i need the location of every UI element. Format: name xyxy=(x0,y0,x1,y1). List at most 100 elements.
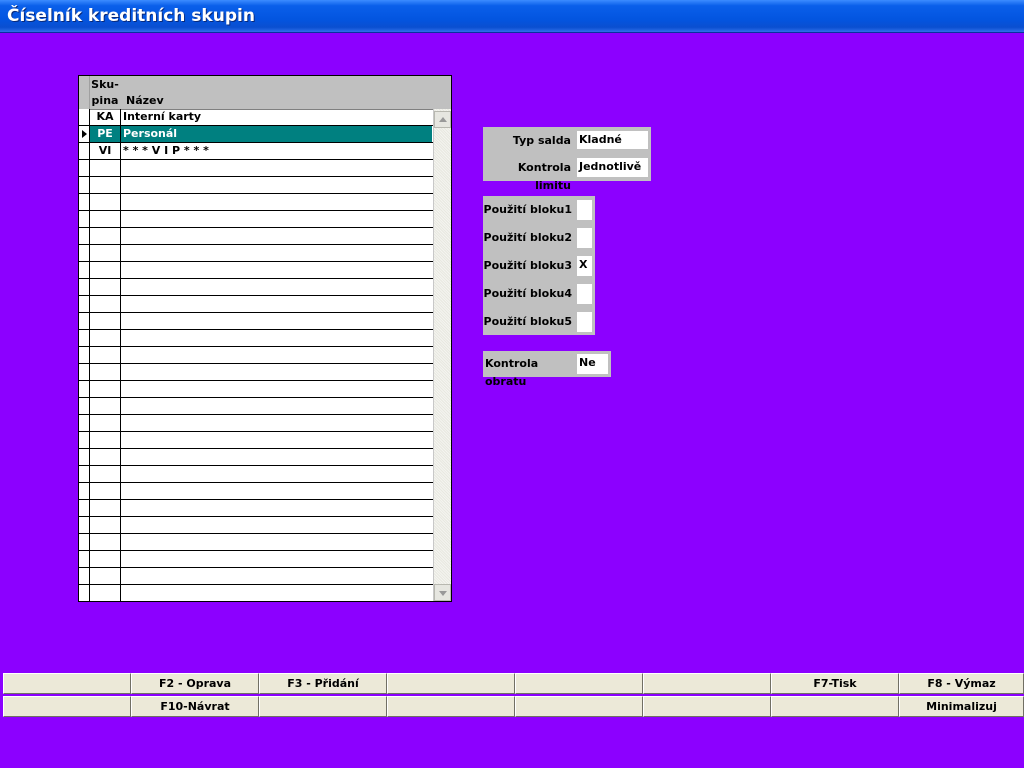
empty-row[interactable] xyxy=(79,568,433,585)
empty-row[interactable] xyxy=(79,194,433,211)
cell-code[interactable] xyxy=(90,551,121,567)
row-selector[interactable] xyxy=(79,262,90,278)
table-row[interactable]: KA Interní karty xyxy=(79,109,433,126)
empty-row[interactable] xyxy=(79,398,433,415)
fkey-button-f2-oprava[interactable]: F2 - Oprava xyxy=(131,673,259,694)
fkey-button-f3-p-id-n[interactable]: F3 - Přidání xyxy=(259,673,387,694)
block-usage-field-2[interactable] xyxy=(577,228,592,248)
cell-name[interactable] xyxy=(121,194,432,210)
cell-code[interactable] xyxy=(90,177,121,193)
cell-name[interactable]: Personál xyxy=(121,126,432,142)
row-selector[interactable] xyxy=(79,551,90,567)
row-selector[interactable] xyxy=(79,398,90,414)
cell-code[interactable] xyxy=(90,330,121,346)
row-selector[interactable] xyxy=(79,296,90,312)
empty-row[interactable] xyxy=(79,534,433,551)
empty-row[interactable] xyxy=(79,483,433,500)
empty-row[interactable] xyxy=(79,500,433,517)
cell-code[interactable] xyxy=(90,466,121,482)
column-header-code[interactable]: Sku- pina xyxy=(90,77,120,109)
fkey-button-f8-v-maz[interactable]: F8 - Výmaz xyxy=(899,673,1024,694)
empty-fkey-button[interactable] xyxy=(259,696,387,717)
cell-code[interactable] xyxy=(90,568,121,584)
cell-code[interactable] xyxy=(90,432,121,448)
cell-name[interactable] xyxy=(121,449,432,465)
row-selector[interactable] xyxy=(79,109,90,125)
row-selector[interactable] xyxy=(79,500,90,516)
cell-name[interactable] xyxy=(121,585,432,601)
cell-name[interactable] xyxy=(121,398,432,414)
row-selector[interactable] xyxy=(79,177,90,193)
cell-code[interactable]: KA xyxy=(90,109,121,125)
empty-row[interactable] xyxy=(79,551,433,568)
empty-row[interactable] xyxy=(79,160,433,177)
cell-name[interactable] xyxy=(121,211,432,227)
empty-row[interactable] xyxy=(79,313,433,330)
cell-code[interactable] xyxy=(90,262,121,278)
cell-name[interactable] xyxy=(121,551,432,567)
fkey-button-f10-n-vrat[interactable]: F10-Návrat xyxy=(131,696,259,717)
empty-row[interactable] xyxy=(79,347,433,364)
table-row[interactable]: PE Personál xyxy=(79,126,433,143)
cell-name[interactable] xyxy=(121,415,432,431)
kontrola-obratu-field[interactable]: Ne xyxy=(577,354,608,374)
cell-name[interactable] xyxy=(121,279,432,295)
cell-name[interactable] xyxy=(121,296,432,312)
cell-name[interactable] xyxy=(121,432,432,448)
cell-code[interactable] xyxy=(90,483,121,499)
empty-row[interactable] xyxy=(79,262,433,279)
empty-fkey-button[interactable] xyxy=(515,696,643,717)
row-selector[interactable] xyxy=(79,126,90,142)
credit-group-grid[interactable]: Sku- pina Název KA Interní karty PE Personá… xyxy=(78,75,452,602)
cell-code[interactable] xyxy=(90,415,121,431)
scroll-up-button[interactable] xyxy=(434,111,451,128)
block-usage-field-4[interactable] xyxy=(577,284,592,304)
cell-code[interactable] xyxy=(90,585,121,601)
empty-row[interactable] xyxy=(79,279,433,296)
cell-name[interactable] xyxy=(121,500,432,516)
cell-name[interactable] xyxy=(121,347,432,363)
empty-row[interactable] xyxy=(79,432,433,449)
cell-name[interactable] xyxy=(121,364,432,380)
cell-code[interactable] xyxy=(90,279,121,295)
cell-code[interactable] xyxy=(90,313,121,329)
row-selector[interactable] xyxy=(79,228,90,244)
fkey-button-f7-tisk[interactable]: F7-Tisk xyxy=(771,673,899,694)
cell-code[interactable] xyxy=(90,228,121,244)
cell-name[interactable] xyxy=(121,177,432,193)
empty-fkey-button[interactable] xyxy=(387,696,515,717)
empty-fkey-button[interactable] xyxy=(771,696,899,717)
empty-row[interactable] xyxy=(79,415,433,432)
row-selector[interactable] xyxy=(79,585,90,601)
cell-name[interactable]: * * * V I P * * * xyxy=(121,143,432,159)
empty-row[interactable] xyxy=(79,381,433,398)
row-selector[interactable] xyxy=(79,194,90,210)
column-header-name[interactable]: Název xyxy=(126,93,164,109)
kontrola-limitu-field[interactable]: Jednotlivě xyxy=(577,158,648,177)
row-selector[interactable] xyxy=(79,313,90,329)
row-selector[interactable] xyxy=(79,143,90,159)
cell-name[interactable] xyxy=(121,160,432,176)
cell-code[interactable] xyxy=(90,245,121,261)
row-selector[interactable] xyxy=(79,568,90,584)
cell-name[interactable] xyxy=(121,245,432,261)
block-usage-field-5[interactable] xyxy=(577,312,592,332)
cell-code[interactable] xyxy=(90,398,121,414)
scroll-down-button[interactable] xyxy=(434,584,451,601)
empty-fkey-button[interactable] xyxy=(643,696,771,717)
empty-row[interactable] xyxy=(79,466,433,483)
cell-code[interactable]: PE xyxy=(90,126,121,142)
cell-code[interactable] xyxy=(90,381,121,397)
cell-code[interactable] xyxy=(90,194,121,210)
cell-code[interactable] xyxy=(90,364,121,380)
empty-row[interactable] xyxy=(79,296,433,313)
row-selector[interactable] xyxy=(79,330,90,346)
cell-code[interactable] xyxy=(90,500,121,516)
empty-row[interactable] xyxy=(79,211,433,228)
row-selector[interactable] xyxy=(79,483,90,499)
cell-name[interactable] xyxy=(121,330,432,346)
cell-name[interactable] xyxy=(121,568,432,584)
cell-name[interactable] xyxy=(121,517,432,533)
row-selector[interactable] xyxy=(79,517,90,533)
empty-row[interactable] xyxy=(79,245,433,262)
